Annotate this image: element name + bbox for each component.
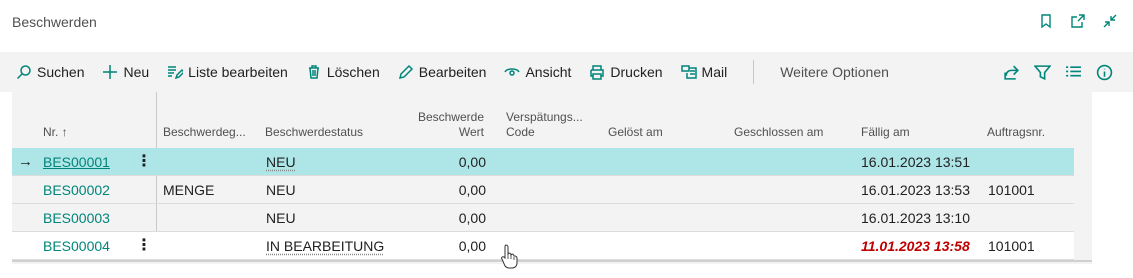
row-menu-icon[interactable]: ⋮ bbox=[136, 148, 152, 176]
printer-icon bbox=[590, 65, 605, 80]
edit-list-icon bbox=[168, 66, 184, 80]
list-view-icon[interactable] bbox=[1065, 64, 1082, 81]
edit-list-label: Liste bearbeiten bbox=[188, 64, 288, 80]
print-button[interactable]: Drucken bbox=[589, 52, 663, 92]
table-row[interactable]: → BES00001 ⋮ NEU 0,00 16.01.2023 13:51 bbox=[12, 148, 1074, 176]
plus-icon bbox=[103, 65, 118, 79]
search-button[interactable]: Suchen bbox=[16, 52, 84, 92]
delete-button[interactable]: Löschen bbox=[306, 52, 380, 92]
table-row[interactable]: BES00004 ⋮ IN BEARBEITUNG 0,00 11.01.202… bbox=[12, 232, 1074, 260]
cell-wert[interactable]: 0,00 bbox=[406, 148, 486, 176]
title-icons bbox=[1037, 12, 1119, 30]
collapse-icon[interactable] bbox=[1101, 12, 1119, 30]
cell-nr[interactable]: BES00004 bbox=[43, 232, 110, 260]
edit-button[interactable]: Bearbeiten bbox=[398, 52, 487, 92]
header-nr[interactable]: Nr. ↑ bbox=[43, 125, 68, 140]
cell-status[interactable]: NEU bbox=[266, 204, 296, 232]
hand-cursor-icon bbox=[501, 244, 518, 269]
cell-faellig[interactable]: 16.01.2023 13:53 bbox=[861, 176, 970, 204]
pencil-icon bbox=[398, 64, 413, 80]
more-options-label: Weitere Optionen bbox=[780, 64, 889, 80]
share-icon[interactable] bbox=[1003, 64, 1020, 81]
view-label: Ansicht bbox=[525, 64, 572, 80]
filter-icon[interactable] bbox=[1034, 64, 1051, 81]
print-label: Drucken bbox=[610, 64, 663, 80]
bookmark-icon[interactable] bbox=[1037, 12, 1055, 30]
row-menu-icon[interactable]: ⋮ bbox=[136, 232, 152, 260]
search-label: Suchen bbox=[37, 64, 85, 80]
cell-wert[interactable]: 0,00 bbox=[406, 176, 486, 204]
cell-nr[interactable]: BES00002 bbox=[43, 176, 110, 204]
row-indicator-arrow-icon: → bbox=[18, 153, 33, 170]
header-versp-line2: Code bbox=[506, 125, 535, 139]
grid-bottom-border bbox=[12, 260, 1092, 262]
header-geloest-am[interactable]: Gelöst am bbox=[608, 125, 663, 140]
mail-icon bbox=[680, 65, 697, 79]
search-icon bbox=[16, 65, 31, 80]
header-auftragsnr[interactable]: Auftragsnr. bbox=[987, 125, 1045, 140]
action-bar: Suchen Neu Liste bearbeiten Löschen Bear… bbox=[0, 52, 1133, 92]
header-wert-line2: Wert bbox=[458, 125, 484, 139]
header-wert-line1: Beschwerde bbox=[417, 110, 484, 124]
delete-label: Löschen bbox=[326, 64, 380, 80]
table-row[interactable]: BES00003 NEU 0,00 16.01.2023 13:10 bbox=[12, 204, 1074, 232]
header-faellig-am[interactable]: Fällig am bbox=[861, 125, 910, 140]
cell-faellig[interactable]: 11.01.2023 13:58 bbox=[861, 232, 970, 260]
title-bar: Beschwerden bbox=[0, 0, 1133, 52]
header-versp-line1: Verspätungs... bbox=[506, 110, 583, 124]
header-verspaetungscode[interactable]: Verspätungs... Code bbox=[506, 110, 583, 140]
cell-wert[interactable]: 0,00 bbox=[406, 204, 486, 232]
cell-status[interactable]: NEU bbox=[266, 176, 296, 204]
header-beschwerdestatus[interactable]: Beschwerdestatus bbox=[265, 125, 363, 140]
trash-icon bbox=[308, 65, 319, 79]
eye-icon bbox=[504, 68, 521, 76]
info-icon[interactable] bbox=[1096, 64, 1113, 81]
new-label: Neu bbox=[123, 64, 150, 80]
cell-faellig[interactable]: 16.01.2023 13:10 bbox=[861, 204, 970, 232]
mail-button[interactable]: Mail bbox=[680, 52, 728, 92]
cell-auftrag[interactable]: 101001 bbox=[988, 176, 1035, 204]
cell-status[interactable]: NEU bbox=[266, 148, 296, 176]
cell-nr[interactable]: BES00003 bbox=[43, 204, 110, 232]
right-actions bbox=[1003, 52, 1113, 92]
cell-auftrag[interactable]: 101001 bbox=[988, 232, 1035, 260]
edit-label: Bearbeiten bbox=[418, 64, 487, 80]
mail-label: Mail bbox=[701, 64, 728, 80]
new-button[interactable]: Neu bbox=[102, 52, 149, 92]
more-options-button[interactable]: Weitere Optionen bbox=[780, 52, 889, 92]
action-separator bbox=[753, 60, 755, 84]
cell-faellig[interactable]: 16.01.2023 13:51 bbox=[861, 148, 970, 176]
open-new-window-icon[interactable] bbox=[1069, 12, 1087, 30]
cell-nr[interactable]: BES00001 bbox=[43, 148, 110, 176]
cell-beschwerdegrund[interactable]: MENGE bbox=[163, 176, 214, 204]
view-button[interactable]: Ansicht bbox=[504, 52, 571, 92]
page-title: Beschwerden bbox=[12, 14, 97, 30]
header-geschlossen-am[interactable]: Geschlossen am bbox=[734, 125, 823, 140]
table-row[interactable]: BES00002 MENGE NEU 0,00 16.01.2023 13:53… bbox=[12, 176, 1074, 204]
header-beschwerdegrund[interactable]: Beschwerdeg... bbox=[163, 125, 246, 140]
edit-list-button[interactable]: Liste bearbeiten bbox=[167, 52, 288, 92]
cell-status[interactable]: IN BEARBEITUNG bbox=[266, 232, 384, 260]
header-wert[interactable]: Beschwerde Wert bbox=[404, 110, 484, 140]
cell-wert[interactable]: 0,00 bbox=[406, 232, 486, 260]
